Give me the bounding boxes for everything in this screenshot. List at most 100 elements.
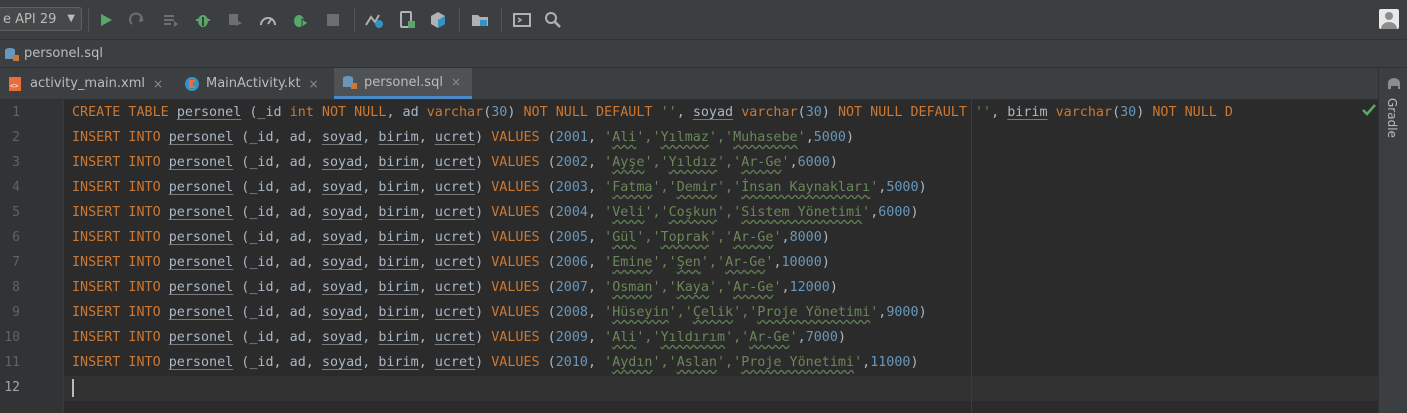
string-quote: ',' [652,280,677,295]
value-soyad: Yılmaz [660,130,709,145]
code-line[interactable]: CREATE TABLE personel (_id int NOT NULL,… [72,103,1233,123]
code-line[interactable]: INSERT INTO personel (_id, ad, soyad, bi… [72,128,854,148]
line-number: 2 [12,130,20,145]
search-icon[interactable] [543,10,563,30]
profile-icon[interactable] [258,10,278,30]
current-line-highlight [64,376,1378,401]
apply-changes-icon[interactable] [127,10,147,30]
close-icon[interactable]: × [451,75,461,89]
sql-keyword: INSERT INTO [72,230,169,245]
punctuation: , [588,305,605,320]
close-icon[interactable]: × [153,77,163,91]
punctuation: , [588,255,605,270]
punctuation: , [362,130,379,145]
table-name: personel [168,305,234,320]
debug-icon[interactable] [193,10,213,30]
column-list: (_id, ad, [233,280,322,295]
string-quote: ' [604,255,613,270]
value-ucret: 9000 [886,305,919,320]
tab-label: activity_main.xml [30,76,146,91]
punctuation: , [418,180,435,195]
attach-debugger-icon[interactable] [225,10,245,30]
code-line[interactable]: INSERT INTO personel (_id, ad, soyad, bi… [72,278,838,298]
sync-gradle-icon[interactable] [364,10,384,30]
project-structure-icon[interactable] [470,10,490,30]
column-name: ucret [434,280,476,295]
table-name: personel [168,355,234,370]
string-quote: ',' [636,330,661,345]
sql-keyword: INSERT INTO [72,180,169,195]
code-line[interactable]: INSERT INTO personel (_id, ad, soyad, bi… [72,253,830,273]
code-token: CREATE TABLE [72,105,177,120]
apply-code-changes-icon[interactable] [161,10,181,30]
code-line[interactable]: INSERT INTO personel (_id, ad, soyad, bi… [72,178,927,198]
punctuation: , [362,230,379,245]
punctuation: , [362,180,379,195]
value-soyad: Çelik [692,305,734,320]
value-id: 2010 [555,355,588,370]
toolbar-separator [501,8,502,32]
punctuation: , [862,355,871,370]
value-birim: İnsan Kaynakları [741,180,871,195]
value-id: 2006 [555,255,588,270]
sql-keyword: VALUES [491,255,540,270]
sql-keyword: INSERT INTO [72,130,169,145]
string-quote: ',' [708,230,734,245]
value-ad: Hüseyin [612,305,669,320]
close-icon[interactable]: × [309,77,319,91]
text-caret [72,379,74,397]
gradle-tool-button[interactable]: Gradle [1385,98,1399,138]
run-icon[interactable] [96,10,116,30]
code-token: '' [975,105,992,120]
tab-activity-main-xml[interactable]: <> activity_main.xml × [0,68,176,99]
column-list: (_id, ad, [233,230,322,245]
punctuation: , [781,230,790,245]
terminal-icon[interactable] [512,10,532,30]
code-line[interactable]: INSERT INTO personel (_id, ad, soyad, bi… [72,303,927,323]
code-line[interactable]: INSERT INTO personel (_id, ad, soyad, bi… [72,203,919,223]
sql-keyword: VALUES [491,180,540,195]
line-number: 5 [12,205,20,220]
avd-manager-icon[interactable] [397,10,417,30]
code-token: personel [176,105,242,120]
column-name: ucret [434,155,476,170]
string-quote: ' [789,330,798,345]
code-token: ) [1136,105,1153,120]
string-quote: ' [604,180,613,195]
value-ucret: 12000 [789,280,830,295]
account-avatar[interactable] [1379,9,1399,29]
device-selector[interactable]: e API 29 ▼ [0,7,82,31]
punctuation: ( [539,255,556,270]
toolbar-separator [354,8,355,32]
code-editor[interactable]: CREATE TABLE personel (_id int NOT NULL,… [64,100,1378,413]
tab-mainactivity-kt[interactable]: MainActivity.kt × [176,68,334,99]
code-token: , [991,105,1008,120]
string-quote: ' [604,355,613,370]
punctuation: , [362,305,379,320]
sql-keyword: INSERT INTO [72,205,169,220]
stop-icon[interactable] [323,10,343,30]
code-line[interactable]: INSERT INTO personel (_id, ad, soyad, bi… [72,328,846,348]
code-line[interactable]: INSERT INTO personel (_id, ad, soyad, bi… [72,153,838,173]
punctuation: ( [539,130,556,145]
inspection-ok-icon[interactable] [1360,100,1378,120]
line-number: 10 [4,330,20,345]
code-line[interactable]: INSERT INTO personel (_id, ad, soyad, bi… [72,228,830,248]
sdk-manager-icon[interactable] [428,10,448,30]
value-ucret: 5000 [813,130,846,145]
string-quote: ',' [668,305,693,320]
chevron-down-icon: ▼ [67,13,75,24]
column-name: ucret [434,230,476,245]
punctuation: ) [475,205,492,220]
tab-personel-sql[interactable]: personel.sql × [334,68,472,99]
string-quote: ' [797,130,806,145]
column-list: (_id, ad, [233,330,322,345]
breadcrumb-file[interactable]: personel.sql [24,46,103,61]
kotlin-file-icon [184,76,200,92]
navigation-bar: personel.sql [0,40,1407,68]
code-line[interactable]: INSERT INTO personel (_id, ad, soyad, bi… [72,353,919,373]
punctuation: , [789,155,798,170]
editor-tabs: <> activity_main.xml × MainActivity.kt ×… [0,68,1378,100]
punctuation: , [362,255,379,270]
run-tests-icon[interactable] [290,10,310,30]
